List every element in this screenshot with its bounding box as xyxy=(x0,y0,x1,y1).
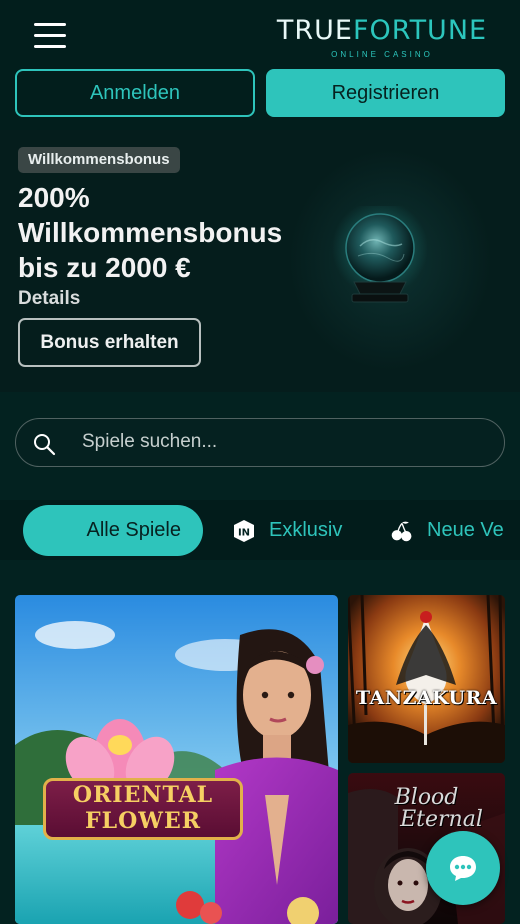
oriental-flower-artwork xyxy=(15,595,338,924)
exclusive-in-icon: IN xyxy=(234,519,254,542)
logo-wordmark: TRUEFORTUNE xyxy=(276,15,488,46)
promo-details-link[interactable]: Details xyxy=(18,288,80,310)
promo-title: 200% Willkommensbonus bis zu 2000 € xyxy=(18,182,283,283)
tab-new[interactable]: Neue Ve xyxy=(390,505,504,556)
blood-eternal-title: Blood Eternal xyxy=(394,785,483,832)
tanzakura-title: TANZAKURA xyxy=(355,687,498,709)
tab-exclusive[interactable]: IN Exklusiv xyxy=(232,505,342,556)
hamburger-menu-icon[interactable] xyxy=(34,23,66,49)
promo-badge: Willkommensbonus xyxy=(18,147,180,173)
chat-icon xyxy=(450,856,476,881)
register-button[interactable]: Registrieren xyxy=(266,69,505,117)
header: TRUEFORTUNE ONLINE CASINO Anmelden Regis… xyxy=(0,0,520,130)
game-tile-oriental-flower[interactable]: ORIENTAL FLOWER xyxy=(15,595,338,924)
login-button[interactable]: Anmelden xyxy=(15,69,255,117)
svg-text:IN: IN xyxy=(238,527,250,538)
chat-button[interactable] xyxy=(426,831,500,905)
tab-all-games[interactable]: Alle Spiele xyxy=(23,505,203,556)
logo[interactable]: TRUEFORTUNE ONLINE CASINO xyxy=(266,14,498,62)
tab-exclusive-label: Exklusiv xyxy=(269,519,343,541)
search-bar[interactable] xyxy=(15,418,505,467)
game-tile-tanzakura[interactable]: TANZAKURA xyxy=(348,595,505,763)
get-bonus-button[interactable]: Bonus erhalten xyxy=(18,318,201,367)
search-icon xyxy=(34,434,56,456)
tanzakura-artwork xyxy=(348,595,505,763)
oriental-flower-title: ORIENTAL FLOWER xyxy=(43,778,243,840)
tab-new-label: Neue Ve xyxy=(427,519,504,541)
cherries-icon xyxy=(391,521,412,541)
page: TRUEFORTUNE ONLINE CASINO Anmelden Regis… xyxy=(0,0,520,924)
search-input[interactable] xyxy=(82,419,482,465)
promo-banner: Willkommensbonus 200% Willkommensbonus b… xyxy=(0,130,520,392)
crystal-ball-icon xyxy=(332,206,428,303)
logo-subtitle: ONLINE CASINO xyxy=(331,50,433,59)
category-tabs: Alle Spiele IN Exklusiv Neue Ve xyxy=(0,500,520,560)
